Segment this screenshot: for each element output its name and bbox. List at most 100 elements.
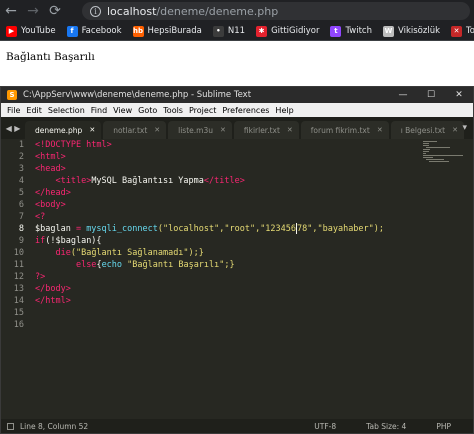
cursor-position: Line 8, Column 52 <box>20 421 89 431</box>
bookmark-item[interactable]: f Facebook <box>66 25 122 37</box>
line-number: 15 <box>13 308 24 318</box>
code-line-1: <!DOCTYPE html> <box>35 139 112 151</box>
bookmark-item[interactable]: ▶ YouTube <box>6 25 56 37</box>
menu-item[interactable]: Goto <box>138 106 157 115</box>
code-token: <html> <box>35 152 66 162</box>
reload-icon[interactable]: ⟳ <box>44 0 66 22</box>
tab-close-icon[interactable]: ✕ <box>377 126 383 134</box>
tab-label: ı Belgesi.txt <box>400 125 446 135</box>
line-number: 14 <box>13 296 24 306</box>
line-number: 12 <box>13 272 24 282</box>
editor-tab[interactable]: forum fikrim.txt ✕ <box>300 121 389 139</box>
wiki-icon: W <box>382 25 394 37</box>
code-token: 78","bayahaber"); <box>297 224 385 234</box>
line-number: 6 <box>18 200 24 210</box>
tab-dropdown-icon[interactable]: ▾ <box>462 123 467 133</box>
code-line-7: <? <box>35 211 45 223</box>
panel-toggle-icon[interactable] <box>7 422 14 430</box>
menu-item[interactable]: Edit <box>26 106 42 115</box>
code-token: $baglan <box>35 224 71 234</box>
code-token: </body> <box>35 284 71 294</box>
minimize-icon[interactable]: — <box>389 87 417 103</box>
tab-size-indicator[interactable]: Tab Size: 4 <box>366 422 406 431</box>
code-token: mysqli_connect <box>86 224 158 234</box>
tab-label: fikirler.txt <box>243 125 280 135</box>
line-number: 3 <box>18 164 24 174</box>
maximize-icon[interactable]: ☐ <box>417 87 445 103</box>
encoding-indicator[interactable]: UTF-8 <box>314 422 336 431</box>
code-token: </head> <box>35 188 71 198</box>
bookmark-label: YouTube <box>21 26 56 36</box>
menu-item[interactable]: Tools <box>163 106 183 115</box>
facebook-icon: f <box>66 25 78 37</box>
connection-message: Bağlantı Başarılı <box>6 51 95 63</box>
line-number: 2 <box>18 152 24 162</box>
address-bar[interactable]: i localhost/deneme/deneme.php <box>82 2 470 20</box>
code-token: die <box>55 248 71 258</box>
back-arrow-icon[interactable]: ← <box>0 0 22 22</box>
forward-arrow-icon[interactable]: → <box>22 0 44 22</box>
bookmark-item[interactable]: • N11 <box>212 25 245 37</box>
editor-tab[interactable]: ı Belgesi.txt ✕ <box>390 121 464 139</box>
code-token: if <box>35 236 46 246</box>
menu-item[interactable]: Help <box>275 106 293 115</box>
code-line-14: </html> <box>35 295 71 307</box>
code-token: = <box>70 224 87 234</box>
tab-label: deneme.php <box>35 125 83 135</box>
line-number: 11 <box>13 260 24 270</box>
code-line-2: <html> <box>35 151 66 163</box>
bookmarks-bar: ▶ YouTube f Facebook hb HepsiBurada • N11 ✱ Gitti… <box>0 22 474 41</box>
code-token: <!DOCTYPE html> <box>35 140 112 150</box>
line-number: 16 <box>13 320 24 330</box>
menu-item[interactable]: File <box>7 106 20 115</box>
code-line-4: <title>MySQL Bağlantısı Yapma</title> <box>35 175 244 187</box>
bookmark-item[interactable]: ✱ GittiGidiyor <box>256 25 320 37</box>
close-icon[interactable]: ✕ <box>445 87 473 103</box>
tab-close-icon[interactable]: ✕ <box>154 126 160 134</box>
code-line-5: </head> <box>35 187 71 199</box>
menu-item[interactable]: Project <box>189 106 216 115</box>
url-host: localhost <box>107 4 157 18</box>
menu-item[interactable]: Preferences <box>222 106 269 115</box>
tab-close-icon[interactable]: ✕ <box>287 126 293 134</box>
tab-close-icon[interactable]: ✕ <box>220 126 226 134</box>
code-token: ?> <box>35 272 46 282</box>
bookmark-item[interactable]: W Vikisözlük <box>382 25 440 37</box>
menu-item[interactable]: Find <box>91 106 107 115</box>
window-titlebar: S C:\AppServ\www\deneme\deneme.php - Sub… <box>1 87 473 103</box>
editor-tab[interactable]: deneme.php ✕ <box>25 121 102 139</box>
menu-item[interactable]: Selection <box>48 106 85 115</box>
bookmark-label: GittiGidiyor <box>271 26 320 36</box>
code-line-9: if(!$baglan){ <box>35 235 102 247</box>
line-number: 1 <box>18 140 24 150</box>
line-number: 13 <box>13 284 24 294</box>
site-info-icon[interactable]: i <box>90 5 101 17</box>
status-bar: Line 8, Column 52 UTF-8 Tab Size: 4 PHP <box>1 419 473 433</box>
tab-close-icon[interactable]: ✕ <box>452 126 458 134</box>
editor-tab[interactable]: liste.m3u ✕ <box>168 121 232 139</box>
line-gutter: 1 2 3 4 5 6 7 8 9 10 11 12 13 14 15 16 <box>1 139 29 421</box>
tab-scroll-arrows-icon[interactable]: ◀ ▶ <box>1 117 25 139</box>
torrent-icon: ✕ <box>451 25 463 37</box>
sublime-window: S C:\AppServ\www\deneme\deneme.php - Sub… <box>0 86 474 434</box>
minimap[interactable] <box>423 141 465 165</box>
line-number: 7 <box>18 212 24 222</box>
syntax-indicator[interactable]: PHP <box>436 422 451 431</box>
bookmark-item[interactable]: hb HepsiBurada <box>132 25 202 37</box>
code-token: </html> <box>35 296 71 306</box>
line-number: 9 <box>18 236 24 246</box>
code-area[interactable]: <!DOCTYPE html> <html> <head> <title>MyS… <box>35 139 415 421</box>
code-line-10: die("Bağlantı Sağlanamadı");} <box>35 247 203 259</box>
editor-tab[interactable]: fikirler.txt ✕ <box>233 121 299 139</box>
code-token: else <box>75 260 97 270</box>
code-token: "Bağlantı Başarılı";} <box>122 260 235 270</box>
bookmark-item[interactable]: t Twitch <box>330 25 372 37</box>
bookmark-item[interactable]: ✕Torrent <box>451 25 474 37</box>
code-token: ("localhost","root","123456 <box>157 224 297 234</box>
url-path: /deneme/deneme.php <box>156 4 279 18</box>
tab-close-icon[interactable]: ✕ <box>89 126 95 134</box>
menu-item[interactable]: View <box>113 106 132 115</box>
editor-tab[interactable]: notlar.txt ✕ <box>103 121 167 139</box>
code-line-12: ?> <box>35 271 45 283</box>
sublime-logo-icon: S <box>7 90 17 100</box>
